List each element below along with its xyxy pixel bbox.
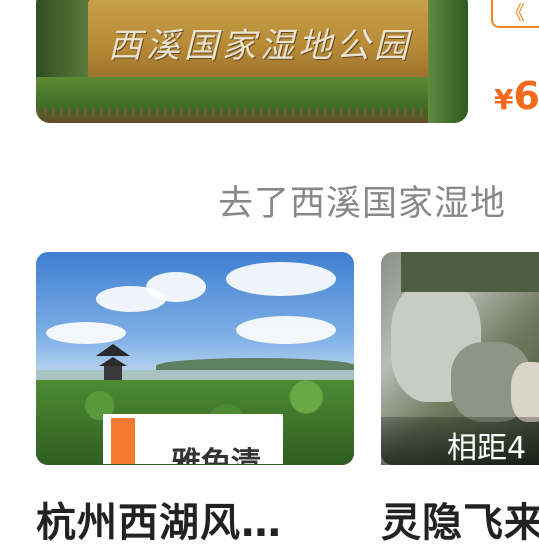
badge-stripe <box>111 418 135 464</box>
monument-inscription: 西溪国家湿地公园 <box>108 26 412 66</box>
card-badge: 雅兔清 <box>103 414 283 464</box>
price-value: 6 <box>513 74 539 118</box>
fence <box>36 107 468 117</box>
wetland-park-image[interactable]: 西溪国家湿地公园 <box>36 0 468 123</box>
ticket-tag-label: 《 <box>505 1 525 25</box>
foliage-right <box>428 0 468 123</box>
card-title-west-lake[interactable]: 杭州西湖风… <box>36 490 282 548</box>
price-currency: ¥ <box>494 83 514 116</box>
card-title-lingyin[interactable]: 灵隐飞来 <box>381 490 539 548</box>
distance-overlay: 相距4 <box>381 417 539 466</box>
section-title: 去了西溪国家湿地 <box>218 184 507 224</box>
badge-text: 雅兔清 <box>171 446 261 464</box>
price: ¥6 <box>494 74 539 118</box>
pavilion-icon <box>96 344 130 382</box>
ticket-tag: 《 <box>491 0 539 28</box>
distance-text: 相距4 <box>447 431 527 466</box>
